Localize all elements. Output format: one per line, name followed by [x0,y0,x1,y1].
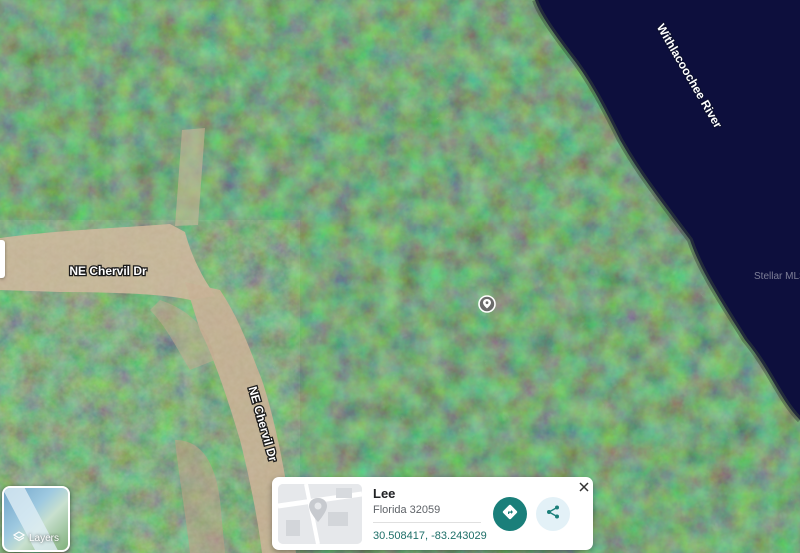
share-button[interactable] [536,497,570,531]
location-thumbnail [278,484,362,544]
card-divider [373,522,481,523]
close-icon [579,479,589,497]
directions-button[interactable] [493,497,527,531]
share-icon [545,504,561,525]
layers-button[interactable]: Layers [2,486,70,552]
road-label-ne-chervil-horizontal: NE Chervil Dr [69,264,147,278]
watermark: Stellar MLS [754,271,800,282]
close-button[interactable] [575,479,593,497]
location-info-card: Lee Florida 32059 30.508417, -83.243029 [272,477,593,550]
location-title: Lee [373,486,396,501]
satellite-map[interactable]: NE Chervil Dr NE Chervil Dr Withlacooche… [0,0,800,553]
layers-icon [12,531,26,546]
side-panel-handle[interactable] [0,240,5,278]
location-subtitle: Florida 32059 [373,504,441,516]
directions-icon [502,504,518,525]
location-coordinates[interactable]: 30.508417, -83.243029 [373,530,487,542]
layers-label: Layers [28,533,59,544]
location-pin-icon[interactable] [478,295,496,313]
